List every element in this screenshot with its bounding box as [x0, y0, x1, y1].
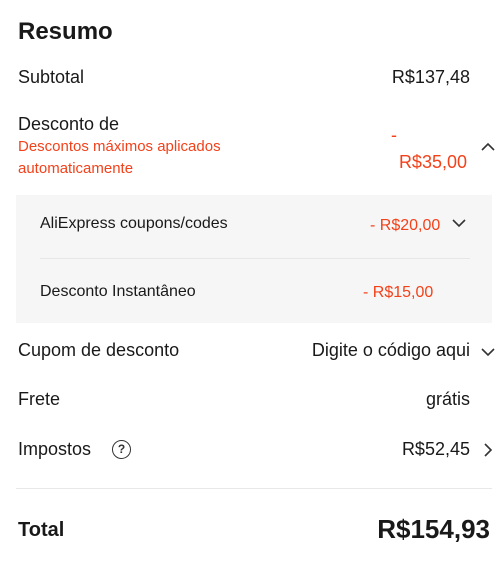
- chevron-right-icon[interactable]: [484, 443, 493, 457]
- discount-row[interactable]: Desconto de Descontos máximos aplicados …: [0, 112, 500, 192]
- chevron-down-icon[interactable]: [481, 348, 495, 357]
- coupon-label: Cupom de desconto: [18, 340, 180, 360]
- subtotal-value: R$137,48: [391, 67, 470, 87]
- taxes-row[interactable]: Impostos ? R$52,45: [0, 432, 500, 468]
- shipping-label: Frete: [18, 389, 61, 409]
- coupons-label: AliExpress coupons/codes: [40, 215, 228, 232]
- discount-item-instant: Desconto Instantâneo - R$15,00: [16, 262, 492, 322]
- chevron-down-icon[interactable]: [452, 219, 466, 228]
- discount-value: R$35,00: [398, 152, 467, 172]
- total-divider: [16, 488, 492, 489]
- chevron-up-icon[interactable]: [481, 142, 495, 151]
- discount-value-dash: -: [391, 125, 397, 145]
- panel-divider: [40, 258, 470, 259]
- total-label: Total: [18, 519, 65, 541]
- instant-discount-label: Desconto Instantâneo: [40, 283, 196, 300]
- help-circle-icon[interactable]: ?: [112, 440, 131, 459]
- discount-note-line1: Descontos máximos aplicados: [18, 138, 221, 155]
- discount-label: Desconto de: [18, 114, 120, 134]
- discount-note-line2: automaticamente: [18, 160, 134, 177]
- total-value: R$154,93: [377, 514, 490, 544]
- discount-item-coupons[interactable]: AliExpress coupons/codes - R$20,00: [16, 195, 492, 255]
- summary-title: Resumo: [18, 18, 113, 45]
- instant-discount-value: - R$15,00: [363, 284, 434, 301]
- shipping-value: grátis: [425, 389, 470, 409]
- coupons-value: - R$20,00: [370, 217, 441, 234]
- subtotal-label: Subtotal: [18, 67, 85, 87]
- coupon-code-input[interactable]: Digite o código aqui: [312, 340, 470, 361]
- coupon-row[interactable]: Cupom de desconto Digite o código aqui: [0, 332, 500, 368]
- taxes-label: Impostos: [18, 439, 92, 459]
- taxes-value: R$52,45: [401, 439, 470, 459]
